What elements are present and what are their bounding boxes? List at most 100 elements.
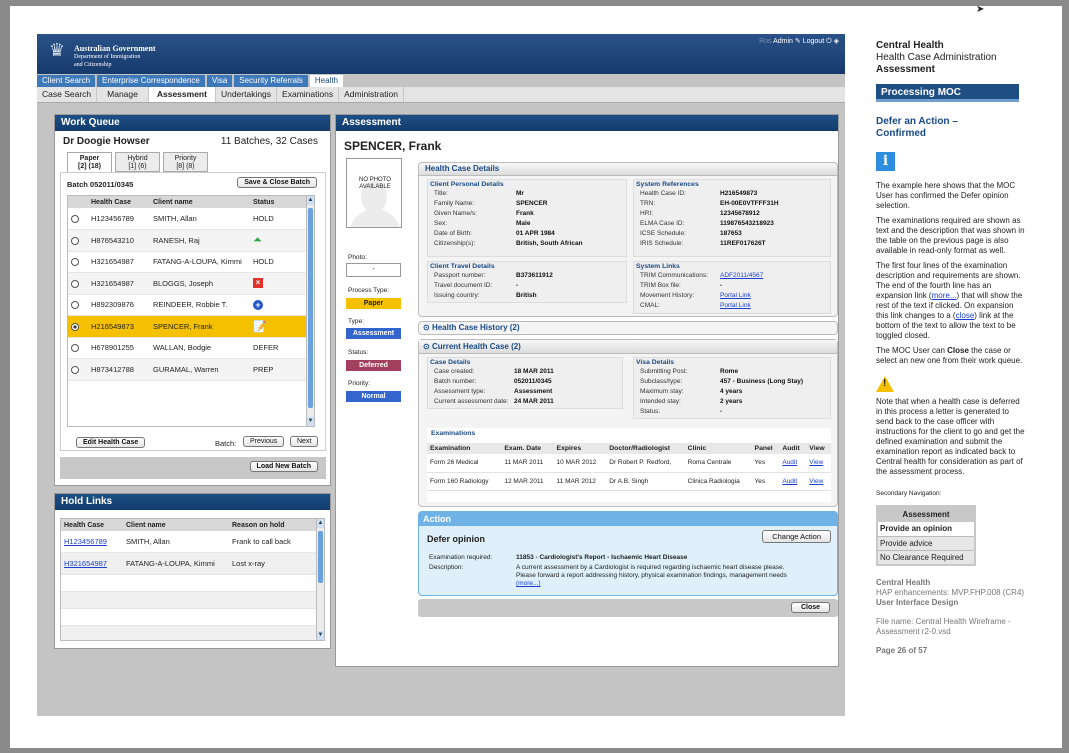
nav-provide-advice[interactable]: Provide advice (878, 536, 974, 550)
row-radio[interactable] (71, 279, 79, 288)
row-radio[interactable] (71, 236, 79, 245)
close-button[interactable]: Close (790, 602, 830, 613)
action-title: Action (419, 512, 837, 526)
nav-no-clearance[interactable]: No Clearance Required (878, 550, 974, 564)
table-row[interactable]: H123456789 SMITH, Allan Frank to call back (61, 531, 317, 553)
coat-of-arms-icon: ♛ (48, 40, 66, 61)
table-row-selected[interactable]: H216549873 SPENCER, Frank 📝 (68, 315, 308, 338)
scrollbar[interactable]: ▲ ▼ (316, 519, 324, 640)
collapse-icon[interactable]: ⊙ (423, 342, 430, 351)
expand-icon[interactable]: ⊙ (423, 323, 430, 332)
tab-visa[interactable]: Visa (206, 75, 233, 87)
table-row[interactable]: H892309876 REINDEER, Robbie T. + (68, 294, 308, 316)
detail-row: Case created: 18 MAR 2011 (434, 368, 554, 375)
tab-paper[interactable]: Paper [2] (18) (67, 152, 112, 172)
client-name: SPENCER, Frank (344, 139, 442, 153)
row-radio[interactable] (71, 258, 79, 267)
scrollbar[interactable]: ▲ ▼ (306, 196, 314, 426)
logout-link[interactable]: Logout (803, 38, 824, 45)
scroll-down-icon[interactable]: ▼ (307, 417, 314, 426)
row-radio[interactable] (71, 322, 79, 331)
doc-more-link[interactable]: more... (932, 291, 957, 300)
save-close-batch-button[interactable]: Save & Close Batch (237, 177, 317, 188)
top-tabs: Client Search Enterprise Correspondence … (37, 75, 343, 87)
secondary-nav: Assessment Provide an opinion Provide ad… (876, 505, 976, 566)
hold-links-panel: Hold Links Health Case Client name Reaso… (54, 493, 331, 649)
table-row[interactable]: H123456789 SMITH, Allan HOLD (68, 208, 308, 230)
table-row[interactable]: H873412788 GURAMAL, Warren PREP (68, 358, 308, 381)
tab-health[interactable]: Health (309, 75, 343, 87)
travel-details: Client Travel Details Passport number: B3… (427, 261, 627, 303)
detail-row: Subclass/type: 457 - Business (Long Stay) (640, 378, 804, 385)
detail-row: TRIM Communications: ADF2011/4567 (640, 271, 764, 281)
col-client-name: Client name (150, 196, 250, 208)
audit-link[interactable]: Audit (782, 478, 797, 485)
table-row[interactable]: H678901255 WALLAN, Bodgie DEFER (68, 337, 308, 359)
system-link[interactable]: ADF2011/4567 (720, 271, 763, 281)
panel-title: Hold Links (55, 494, 330, 510)
table-row[interactable]: H321654987 BLOGGS, Joseph × (68, 272, 308, 295)
action-section: Action Defer opinion Change Action Exami… (418, 511, 838, 596)
table-row[interactable]: H876543210 RANESH, Raj ⏶ (68, 229, 308, 252)
load-new-batch-button[interactable]: Load New Batch (249, 461, 318, 472)
subtab-assessment[interactable]: Assessment (148, 87, 216, 102)
next-button[interactable]: Next (290, 436, 319, 447)
row-radio[interactable] (71, 365, 79, 374)
view-link[interactable]: View (809, 478, 823, 485)
exam-row: Form 26 Medical 11 MAR 2011 10 MAR 2012 Dr … (427, 454, 831, 473)
power-icon[interactable]: ⏻ (826, 38, 832, 45)
table-row[interactable]: H321654987 FATANG-A-LOUPA, Kimmi Lost x-ra… (61, 552, 317, 575)
hold-links-table-wrap: Health Case Client name Reason on hold H… (60, 518, 325, 641)
examinations: Examinations Examination Exam. Date Expire… (427, 428, 831, 502)
admin-link[interactable]: Admin (773, 38, 793, 45)
edit-health-case-button[interactable]: Edit Health Case (76, 437, 146, 448)
scroll-up-icon[interactable]: ▲ (307, 196, 314, 205)
col-health-case: Health Case (61, 519, 123, 531)
doc-close-link[interactable]: close (956, 311, 975, 320)
health-case-history[interactable]: ⊙ Health Case History (2) (418, 321, 838, 335)
detail-row: TRIM Box file: - (640, 282, 723, 289)
subtab-examinations[interactable]: Examinations (277, 87, 340, 102)
view-link[interactable]: View (809, 459, 823, 466)
scroll-down-icon[interactable]: ▼ (317, 631, 324, 640)
system-link[interactable]: Portal Link (720, 301, 751, 311)
info-icon: i (876, 152, 895, 171)
up-arrow-icon: ⏶ (253, 233, 262, 246)
health-case-link[interactable]: H123456789 (64, 537, 107, 546)
nav-assessment[interactable]: Assessment (878, 507, 974, 522)
type-badge: Assessment (346, 328, 401, 339)
subtab-administration[interactable]: Administration (339, 87, 404, 102)
subtab-case-search[interactable]: Case Search (37, 87, 98, 102)
tab-client-search[interactable]: Client Search (37, 75, 96, 87)
previous-button[interactable]: Previous (243, 436, 285, 447)
scroll-thumb[interactable] (318, 531, 323, 583)
shield-icon[interactable]: ◈ (834, 38, 839, 45)
doc-column: Central Health Health Case Administratio… (876, 40, 1025, 655)
exam-col: Examination (430, 445, 471, 452)
row-radio[interactable] (71, 301, 79, 310)
detail-row: Batch number: 052011/0345 (434, 378, 552, 385)
col-status: Status (250, 196, 308, 208)
panel-title: Assessment (336, 115, 838, 131)
batch-area: Batch 052011/0345 Save & Close Batch Hea… (60, 172, 326, 451)
tab-enterprise-correspondence[interactable]: Enterprise Correspondence (97, 75, 205, 87)
process-type-badge: Paper (346, 298, 401, 309)
more-link[interactable]: (more...) (516, 580, 836, 588)
subtab-undertakings[interactable]: Undertakings (216, 87, 278, 102)
tab-hybrid[interactable]: Hybrid [1] (6) (115, 152, 160, 172)
change-action-button[interactable]: Change Action (762, 530, 831, 543)
system-link[interactable]: Portal Link (720, 291, 751, 301)
row-radio[interactable] (71, 344, 79, 353)
doc-heading: Central Health (876, 40, 944, 51)
row-radio[interactable] (71, 215, 79, 223)
audit-link[interactable]: Audit (782, 459, 797, 466)
tab-priority[interactable]: Priority [8] (8) (163, 152, 208, 172)
health-case-link[interactable]: H321654987 (64, 559, 107, 568)
table-row[interactable]: H321654987 FATANG-A-LOUPA, Kimmi HOLD (68, 251, 308, 273)
subtab-manage[interactable]: Manage (97, 87, 149, 102)
scroll-thumb[interactable] (308, 208, 313, 408)
nav-provide-opinion[interactable]: Provide an opinion (878, 522, 974, 536)
scroll-up-icon[interactable]: ▲ (317, 519, 324, 528)
detail-row: Maximum stay: 4 years (640, 388, 743, 395)
tab-security-referrals[interactable]: Security Referrals (234, 75, 308, 87)
